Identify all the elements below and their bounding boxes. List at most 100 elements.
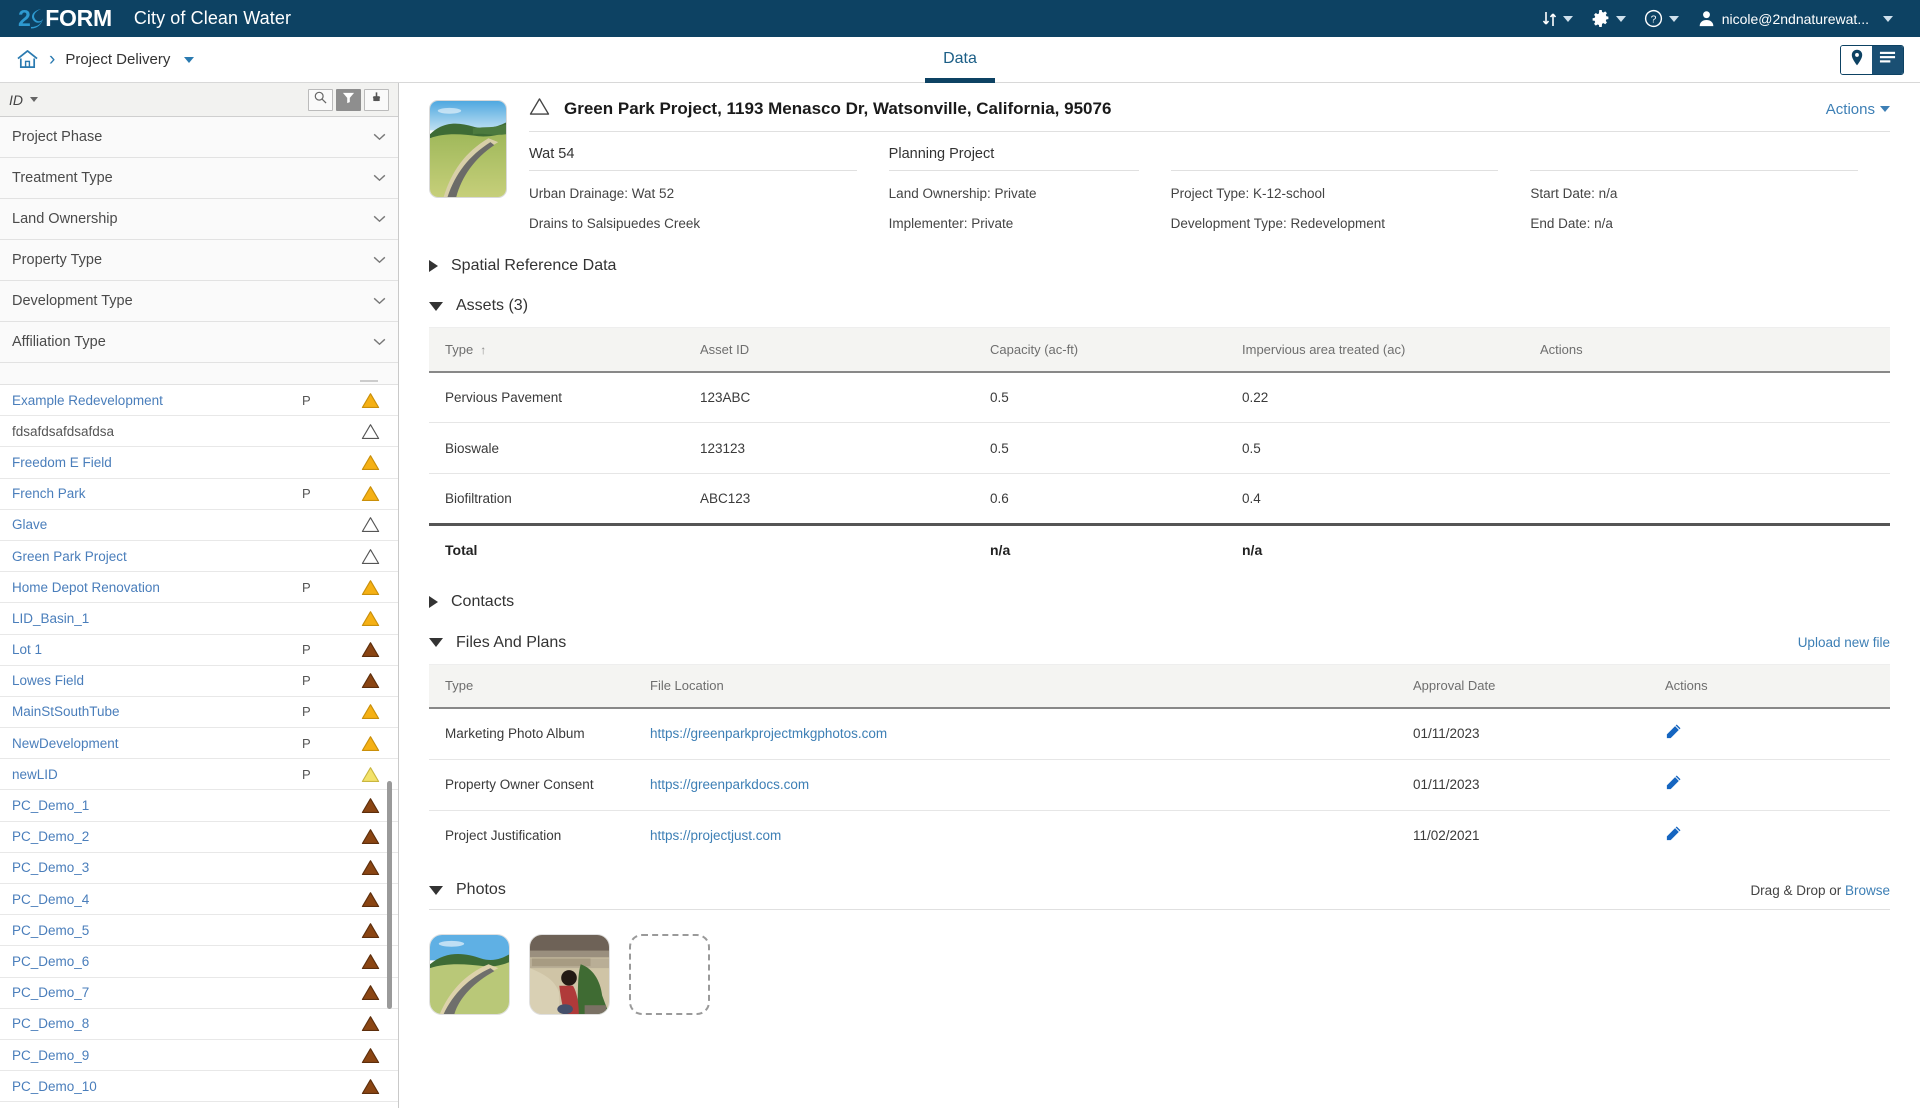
project-list-item[interactable]: PC_Demo_2 bbox=[0, 821, 398, 853]
project-name[interactable]: PC_Demo_5 bbox=[12, 923, 302, 938]
files-col-approval-date[interactable]: Approval Date bbox=[1397, 663, 1649, 708]
project-list-item[interactable]: PC_Demo_9 bbox=[0, 1039, 398, 1072]
project-name[interactable]: PC_Demo_9 bbox=[12, 1048, 302, 1063]
table-row[interactable]: Biofiltration ABC123 0.6 0.4 bbox=[429, 474, 1890, 525]
table-row[interactable]: Bioswale 123123 0.5 0.5 bbox=[429, 422, 1890, 474]
project-list-item[interactable]: Example Redevelopment P bbox=[0, 385, 398, 417]
project-list-item[interactable]: Glave bbox=[0, 509, 398, 541]
map-view-button[interactable] bbox=[1841, 45, 1872, 74]
project-name[interactable]: PC_Demo_2 bbox=[12, 829, 302, 844]
settings-menu-button[interactable] bbox=[1582, 0, 1635, 37]
project-name[interactable]: PC_Demo_6 bbox=[12, 954, 302, 969]
user-email-label: nicole@2ndnaturewat... bbox=[1721, 10, 1869, 27]
section-assets-header[interactable]: Assets (3) bbox=[429, 297, 1890, 315]
help-menu-button[interactable]: ? bbox=[1635, 0, 1688, 37]
project-name[interactable]: Freedom E Field bbox=[12, 455, 302, 470]
home-icon[interactable] bbox=[16, 49, 39, 70]
assets-col-capacity[interactable]: Capacity (ac-ft) bbox=[974, 327, 1226, 372]
project-actions-menu[interactable]: Actions bbox=[1826, 101, 1890, 118]
project-name[interactable]: Home Depot Renovation bbox=[12, 580, 302, 595]
project-list-item[interactable]: MainStSouthTube P bbox=[0, 696, 398, 729]
app-logo[interactable]: 2 FORM bbox=[18, 5, 112, 32]
project-name[interactable]: Lowes Field bbox=[12, 673, 302, 688]
section-files-header[interactable]: Files And Plans Upload new file bbox=[429, 634, 1890, 652]
project-name[interactable]: Glave bbox=[12, 517, 302, 532]
sort-menu-button[interactable] bbox=[1533, 0, 1582, 37]
table-row[interactable]: Property Owner Consent https://greenparkd… bbox=[429, 759, 1890, 811]
project-name[interactable]: French Park bbox=[12, 486, 302, 501]
tab-data[interactable]: Data bbox=[903, 37, 1017, 83]
project-thumbnail[interactable] bbox=[429, 100, 507, 198]
chevron-down-icon[interactable] bbox=[30, 97, 38, 102]
project-list-item[interactable]: Lowes Field P bbox=[0, 665, 398, 697]
project-list-item[interactable]: NewDevelopment P bbox=[0, 728, 398, 760]
project-list-item[interactable]: PC_Demo_7 bbox=[0, 977, 398, 1009]
user-menu-button[interactable]: nicole@2ndnaturewat... bbox=[1688, 0, 1902, 37]
project-list-item[interactable]: Freedom E Field bbox=[0, 447, 398, 479]
filter-row-treatment-type[interactable]: Treatment Type bbox=[0, 158, 398, 199]
project-list-item[interactable]: PC_Demo_5 bbox=[0, 915, 398, 947]
project-name[interactable]: PC_Demo_4 bbox=[12, 892, 302, 907]
project-name[interactable]: LID_Basin_1 bbox=[12, 611, 302, 626]
section-photos-header[interactable]: Photos Drag & Drop or Browse bbox=[429, 881, 1890, 899]
chevron-down-icon[interactable] bbox=[184, 56, 195, 63]
files-col-type[interactable]: Type bbox=[429, 663, 634, 708]
photo-tile-person-by-culvert[interactable] bbox=[529, 934, 610, 1015]
section-contacts-header[interactable]: Contacts bbox=[429, 593, 1890, 611]
project-name[interactable]: MainStSouthTube bbox=[12, 704, 302, 719]
project-name[interactable]: Green Park Project bbox=[12, 549, 302, 564]
table-row[interactable]: Marketing Photo Album https://greenparkpr… bbox=[429, 708, 1890, 760]
filter-row-development-type[interactable]: Development Type bbox=[0, 281, 398, 322]
filter-row-property-type[interactable]: Property Type bbox=[0, 240, 398, 281]
pencil-edit-icon[interactable] bbox=[1665, 826, 1682, 846]
project-list-item[interactable]: Home Depot Renovation P bbox=[0, 572, 398, 604]
project-list-item[interactable]: PC_Demo_10 bbox=[0, 1071, 398, 1103]
project-name[interactable]: PC_Demo_3 bbox=[12, 860, 302, 875]
browse-link[interactable]: Browse bbox=[1845, 883, 1890, 898]
project-list-item[interactable]: LID_Basin_1 bbox=[0, 603, 398, 635]
project-name[interactable]: PC_Demo_7 bbox=[12, 985, 302, 1000]
filter-button[interactable] bbox=[336, 88, 361, 111]
photo-tile-hillside-road[interactable] bbox=[429, 934, 510, 1015]
project-name[interactable]: NewDevelopment bbox=[12, 736, 302, 751]
project-name[interactable]: fdsafdsafdsafdsa bbox=[12, 424, 302, 439]
search-button[interactable] bbox=[308, 88, 333, 111]
assets-col-asset-id[interactable]: Asset ID bbox=[684, 327, 974, 372]
filter-row-affiliation-type[interactable]: Affiliation Type bbox=[0, 322, 398, 363]
table-row[interactable]: Project Justification https://projectjust… bbox=[429, 810, 1890, 861]
pencil-edit-icon[interactable] bbox=[1665, 775, 1682, 795]
project-list-item[interactable]: PC_Demo_6 bbox=[0, 946, 398, 978]
filter-row-land-ownership[interactable]: Land Ownership bbox=[0, 199, 398, 240]
project-list-item[interactable]: Lot 1P bbox=[0, 634, 398, 666]
project-list-item[interactable]: fdsafdsafdsafdsa bbox=[0, 416, 398, 448]
breadcrumb-item-project-delivery[interactable]: Project Delivery bbox=[65, 51, 170, 68]
project-name[interactable]: PC_Demo_1 bbox=[12, 798, 302, 813]
table-row[interactable]: Pervious Pavement 123ABC 0.5 0.22 bbox=[429, 371, 1890, 423]
project-list-item[interactable]: PC_Demo_4 bbox=[0, 884, 398, 916]
project-list-item[interactable]: PC_Demo_8 bbox=[0, 1008, 398, 1040]
filter-row-project-phase[interactable]: Project Phase bbox=[0, 117, 398, 158]
files-col-location[interactable]: File Location bbox=[634, 663, 1397, 708]
project-list-item[interactable]: newLID P bbox=[0, 759, 398, 791]
assets-col-type[interactable]: Type ↑ bbox=[429, 327, 684, 372]
section-spatial-header[interactable]: Spatial Reference Data bbox=[429, 257, 1890, 275]
project-name[interactable]: Example Redevelopment bbox=[12, 393, 302, 408]
project-name[interactable]: Lot 1 bbox=[12, 642, 302, 657]
project-name[interactable]: PC_Demo_10 bbox=[12, 1079, 302, 1094]
assets-col-impervious[interactable]: Impervious area treated (ac) bbox=[1226, 327, 1524, 372]
project-name[interactable]: PC_Demo_8 bbox=[12, 1016, 302, 1031]
list-view-button[interactable] bbox=[1872, 45, 1903, 74]
project-name[interactable]: newLID bbox=[12, 767, 302, 782]
file-location-link[interactable]: https://greenparkdocs.com bbox=[650, 777, 809, 792]
project-list-item[interactable]: Green Park Project bbox=[0, 540, 398, 573]
download-button[interactable] bbox=[364, 88, 389, 111]
photo-upload-dropzone[interactable] bbox=[629, 934, 710, 1015]
project-list-item[interactable]: PC_Demo_3 bbox=[0, 852, 398, 884]
file-location-link[interactable]: https://greenparkprojectmkgphotos.com bbox=[650, 726, 887, 741]
pencil-edit-icon[interactable] bbox=[1665, 724, 1682, 744]
file-location-link[interactable]: https://projectjust.com bbox=[650, 828, 781, 843]
sidebar-scrollbar[interactable] bbox=[387, 781, 392, 1009]
upload-new-file-link[interactable]: Upload new file bbox=[1798, 635, 1890, 650]
project-list-item[interactable]: French Park P bbox=[0, 478, 398, 510]
project-list-item[interactable]: PC_Demo_1 bbox=[0, 790, 398, 822]
